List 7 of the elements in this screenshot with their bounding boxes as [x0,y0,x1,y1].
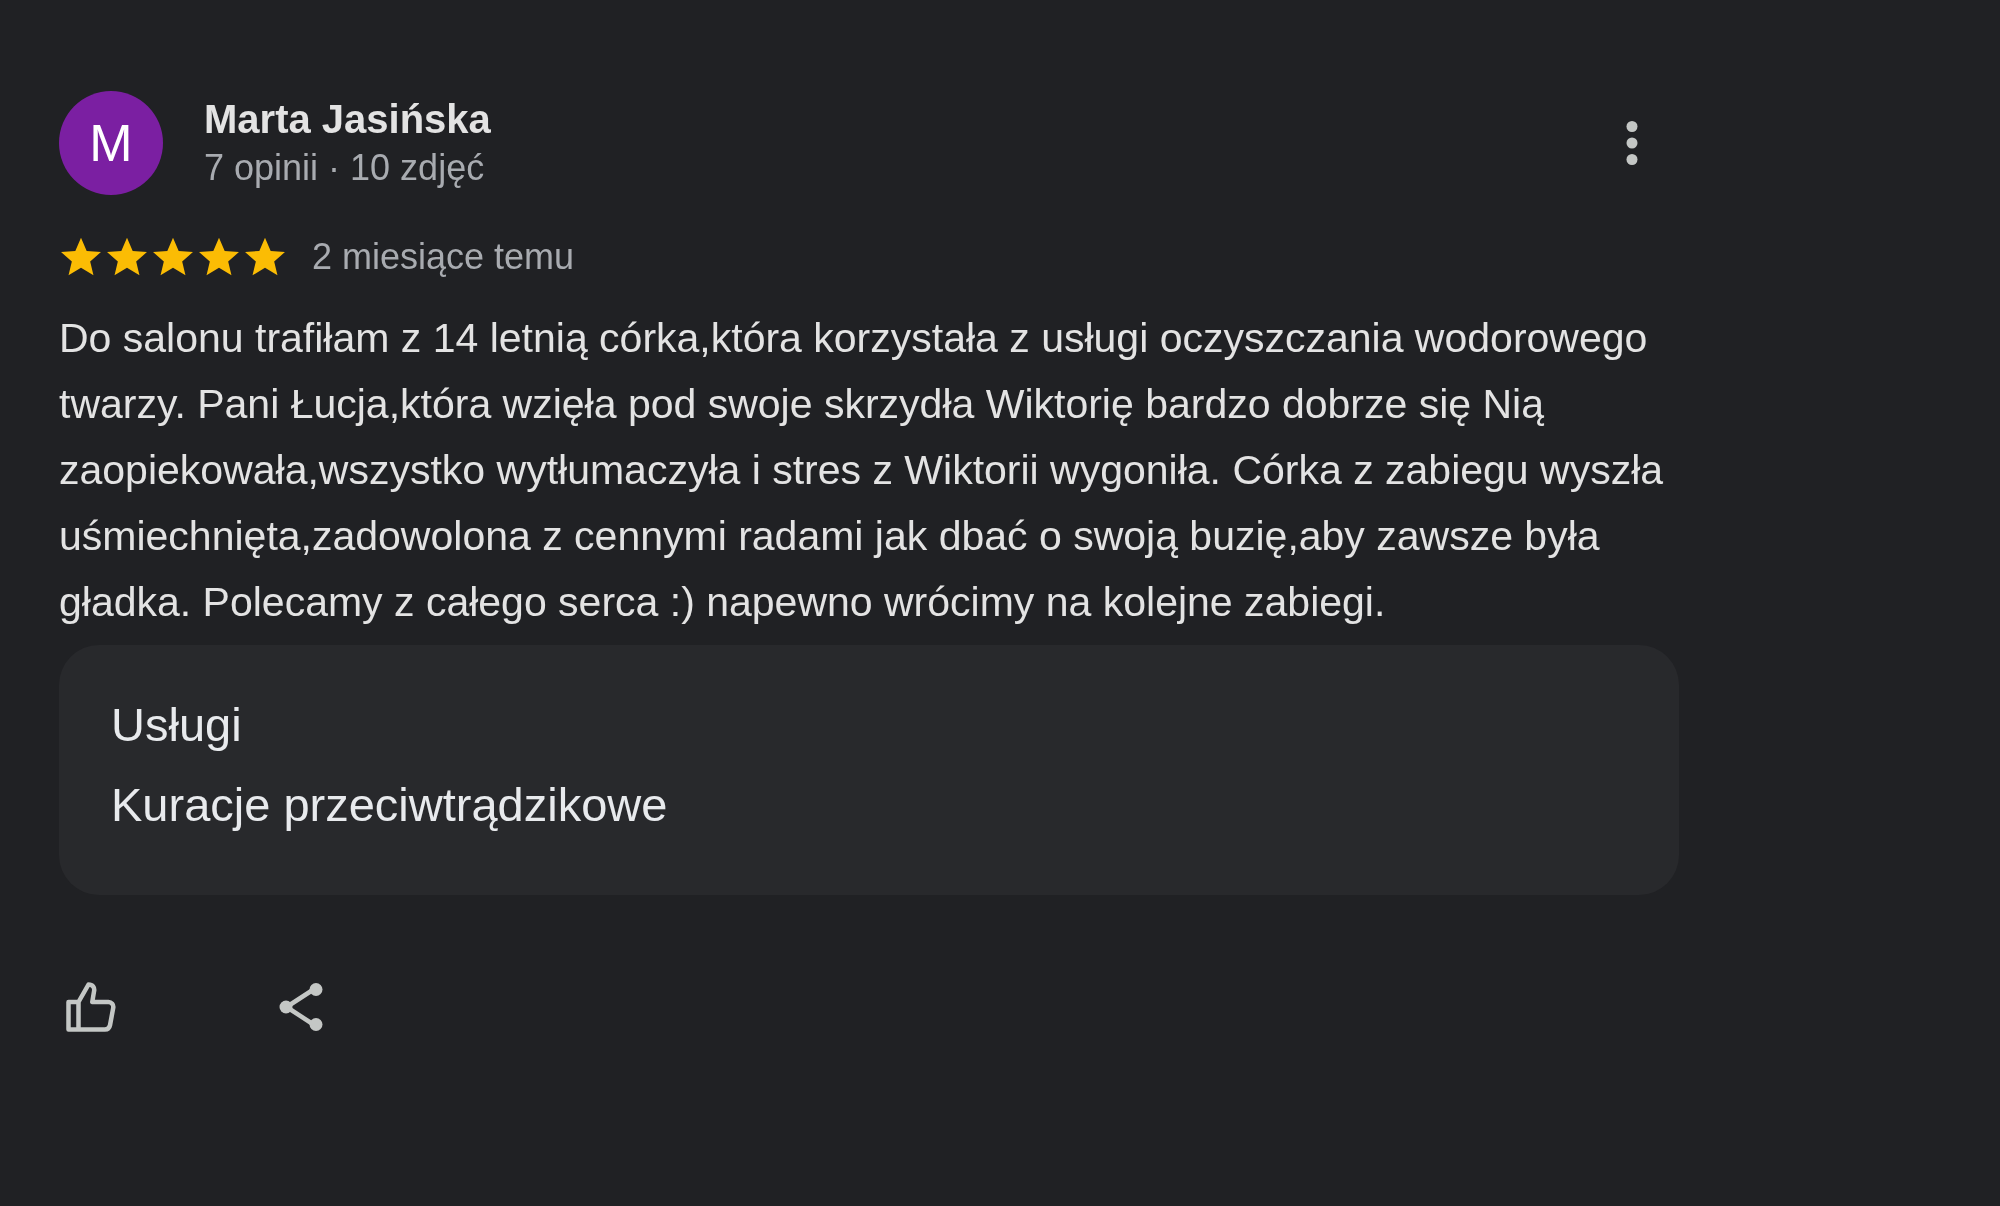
review-date: 2 miesiące temu [312,236,575,278]
review-text: Do salonu trafiłam z 14 letnią córka,która korzystała z usługi oczyszczania wodorowego twarzy. Pani Łucja,która wzięła pod swoje skrzydła Wiktorię bardzo dobrze się Nią zaopiekowała,wszystko wytłumaczyła i stres z Wiktorii wygoniła. Córka z zabiegu wyszła uśmiechnięta,zadowolona z cennymi radami jak dbać o swoją buzię,aby zawsze była gładka. Polecamy z całego serca :) napewno wrócimy na kolejne zabiegi. [59,314,1665,627]
author-stats: 7 opinii · 10 zdjęć [204,146,486,190]
services-value: Kuracje przeciwtrądzikowe [111,777,669,833]
services-label: Usługi [111,697,243,753]
avatar[interactable]: M [59,91,163,195]
author-name[interactable]: Marta Jasińska [204,94,1615,144]
